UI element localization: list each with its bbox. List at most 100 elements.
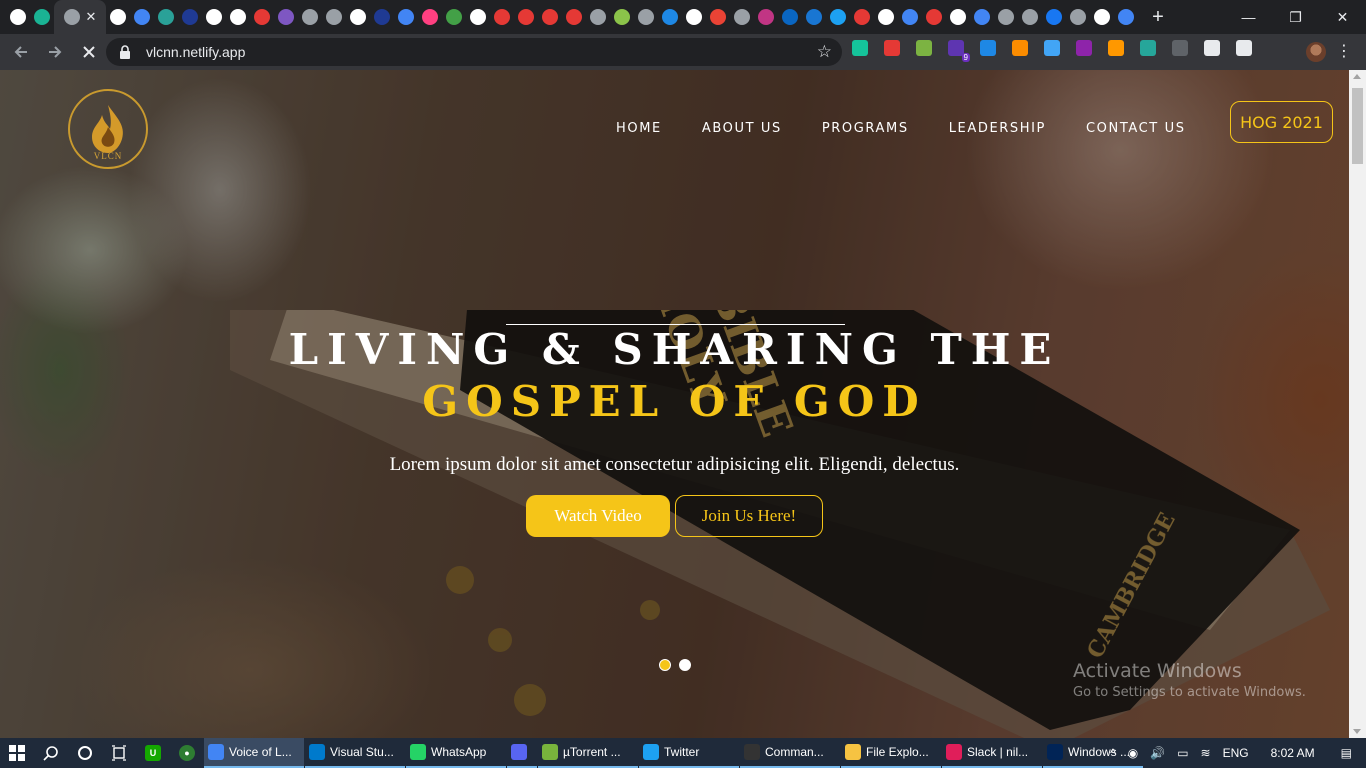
nav-about-us[interactable]: ABOUT US — [702, 121, 782, 136]
browser-tab[interactable] — [178, 0, 202, 34]
nav-leadership[interactable]: LEADERSHIP — [949, 121, 1046, 136]
grammarly-icon[interactable] — [852, 40, 868, 56]
taskbar-app[interactable]: WhatsApp — [406, 738, 506, 768]
scroll-thumb[interactable] — [1352, 88, 1363, 164]
bookmark-star-icon[interactable]: ☆ — [817, 42, 832, 62]
shield-ext-icon[interactable] — [980, 40, 996, 56]
browser-tab[interactable] — [922, 0, 946, 34]
browser-tab[interactable] — [154, 0, 178, 34]
browser-tab[interactable] — [322, 0, 346, 34]
tree-icon[interactable] — [916, 40, 932, 56]
notifications-icon[interactable]: ▤ — [1341, 746, 1352, 760]
browser-tab[interactable] — [538, 0, 562, 34]
page-scrollbar[interactable] — [1349, 70, 1366, 738]
browser-tab[interactable] — [346, 0, 370, 34]
taskbar-app[interactable]: Voice of L... — [204, 738, 304, 768]
browser-tab[interactable] — [490, 0, 514, 34]
search-ext-icon[interactable] — [1044, 40, 1060, 56]
carousel-dot-2[interactable] — [679, 659, 691, 671]
nav-programs[interactable]: PROGRAMS — [822, 121, 909, 136]
carousel-dot-1[interactable] — [659, 659, 671, 671]
browser-tab[interactable] — [994, 0, 1018, 34]
browser-tab[interactable] — [442, 0, 466, 34]
play-icon[interactable] — [884, 40, 900, 56]
taskbar-app[interactable]: File Explo... — [841, 738, 941, 768]
tray-chevron-up-icon[interactable]: ^ — [1110, 746, 1116, 760]
browser-tab[interactable] — [1114, 0, 1138, 34]
task-view-button[interactable] — [102, 738, 136, 768]
vpn-icon[interactable] — [1140, 40, 1156, 56]
browser-tab[interactable] — [226, 0, 250, 34]
browser-tab[interactable] — [274, 0, 298, 34]
maximize-button[interactable]: ❐ — [1272, 0, 1319, 34]
scroll-down-arrow-icon[interactable] — [1353, 729, 1361, 734]
puzzle-icon[interactable] — [1204, 40, 1220, 56]
browser-tab[interactable] — [730, 0, 754, 34]
badge-ext-icon[interactable]: 9 — [948, 40, 970, 62]
wifi-icon[interactable]: ≋ — [1201, 746, 1211, 760]
browser-tab[interactable] — [826, 0, 850, 34]
browser-tab[interactable]: ✕ — [54, 0, 106, 34]
tab-close-icon[interactable]: ✕ — [86, 9, 97, 25]
minimize-button[interactable]: — — [1225, 0, 1272, 34]
close-window-button[interactable]: ✕ — [1319, 0, 1366, 34]
download-ext-icon[interactable] — [1172, 40, 1188, 56]
browser-tab[interactable] — [802, 0, 826, 34]
site-logo[interactable]: VLCN — [68, 89, 148, 169]
nav-contact-us[interactable]: CONTACT US — [1086, 121, 1186, 136]
taskbar-app[interactable]: Visual Stu... — [305, 738, 405, 768]
browser-tab[interactable] — [970, 0, 994, 34]
browser-tab[interactable] — [682, 0, 706, 34]
profile-avatar[interactable] — [1306, 42, 1326, 62]
join-us-button[interactable]: Join Us Here! — [675, 495, 823, 537]
taskbar-app[interactable]: Comman... — [740, 738, 840, 768]
browser-tab[interactable] — [250, 0, 274, 34]
wave-icon[interactable] — [1108, 40, 1124, 56]
browser-tab[interactable] — [514, 0, 538, 34]
browser-tab[interactable] — [610, 0, 634, 34]
pinned-app-icon[interactable]: ● — [170, 738, 204, 768]
taskbar-app[interactable]: µTorrent ... — [538, 738, 638, 768]
browser-tab[interactable] — [562, 0, 586, 34]
browser-tab[interactable] — [586, 0, 610, 34]
browser-menu-button[interactable]: ⋮ — [1336, 42, 1352, 62]
browser-tab[interactable] — [706, 0, 730, 34]
back-button[interactable] — [5, 36, 37, 68]
browser-tab[interactable] — [1042, 0, 1066, 34]
stack-icon[interactable] — [1012, 40, 1028, 56]
discord-tray-icon[interactable]: ◉ — [1128, 746, 1138, 760]
scroll-up-arrow-icon[interactable] — [1353, 74, 1361, 79]
browser-tab[interactable] — [946, 0, 970, 34]
browser-tab[interactable] — [898, 0, 922, 34]
forward-button[interactable] — [39, 36, 71, 68]
taskbar-app[interactable]: Slack | nil... — [942, 738, 1042, 768]
taskbar-app[interactable] — [507, 738, 537, 768]
browser-tab[interactable] — [30, 0, 54, 34]
battery-icon[interactable]: ▭ — [1177, 746, 1188, 760]
browser-tab[interactable] — [370, 0, 394, 34]
browser-tab[interactable] — [1090, 0, 1114, 34]
nav-home[interactable]: HOME — [616, 121, 662, 136]
browser-tab[interactable] — [1066, 0, 1090, 34]
browser-tab[interactable] — [658, 0, 682, 34]
taskbar-app[interactable]: Twitter — [639, 738, 739, 768]
browser-tab[interactable] — [754, 0, 778, 34]
browser-tab[interactable] — [418, 0, 442, 34]
browser-tab[interactable] — [874, 0, 898, 34]
language-indicator[interactable]: ENG — [1223, 746, 1249, 760]
address-bar[interactable]: vlcnn.netlify.app ☆ — [106, 38, 842, 66]
queue-icon[interactable] — [1236, 40, 1252, 56]
cortana-button[interactable] — [68, 738, 102, 768]
browser-tab[interactable] — [106, 0, 130, 34]
browser-tab[interactable] — [778, 0, 802, 34]
clock[interactable]: 8:02 AM — [1271, 746, 1315, 760]
browser-tab[interactable] — [6, 0, 30, 34]
browser-tab[interactable] — [850, 0, 874, 34]
start-button[interactable] — [0, 738, 34, 768]
browser-tab[interactable] — [466, 0, 490, 34]
watch-video-button[interactable]: Watch Video — [526, 495, 670, 537]
browser-tab[interactable] — [394, 0, 418, 34]
browser-tab[interactable] — [634, 0, 658, 34]
search-button[interactable] — [34, 738, 68, 768]
upwork-pinned-icon[interactable]: U — [136, 738, 170, 768]
